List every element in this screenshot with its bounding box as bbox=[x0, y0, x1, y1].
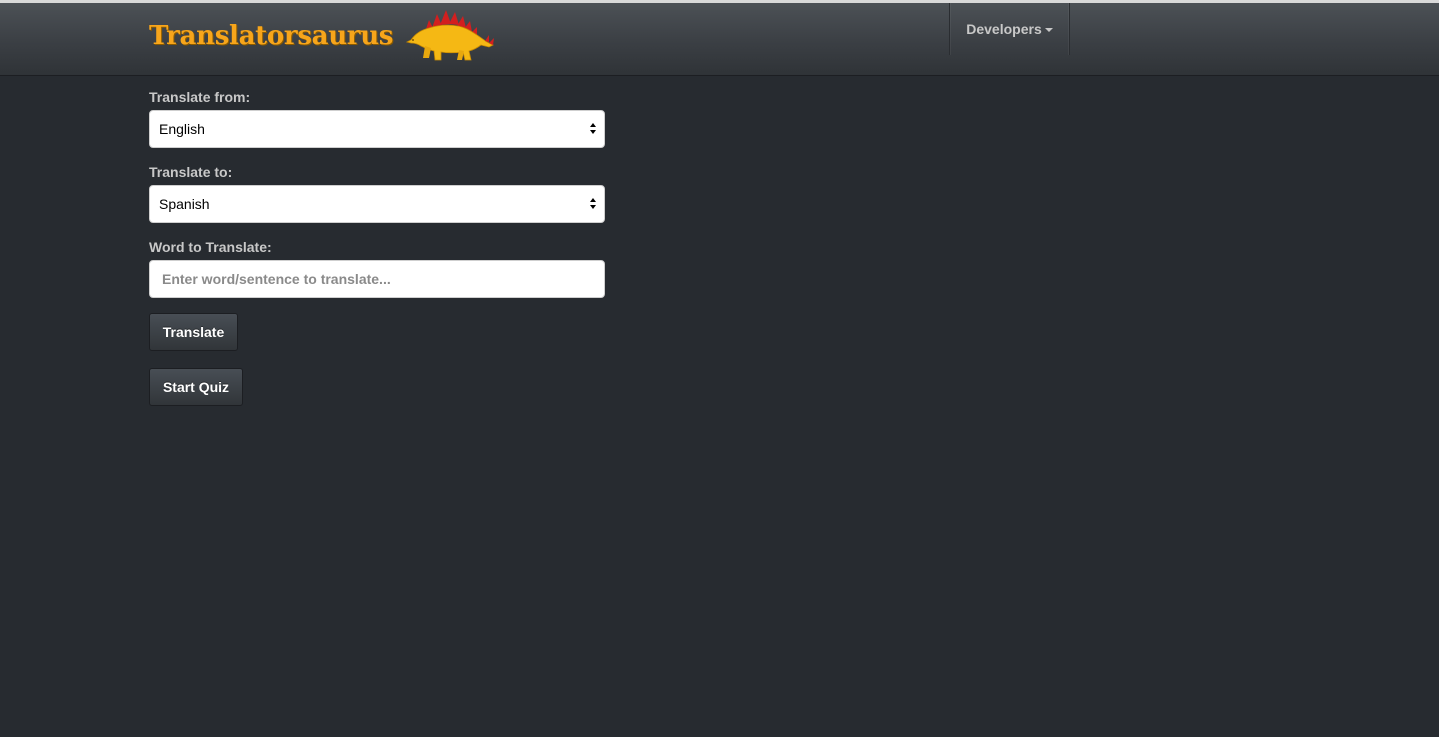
word-input[interactable] bbox=[149, 260, 605, 298]
caret-down-icon bbox=[1044, 28, 1053, 32]
navbar: Translatorsaurus Developers bbox=[0, 3, 1439, 76]
developers-dropdown[interactable]: Developers bbox=[949, 3, 1070, 55]
stegosaurus-icon bbox=[406, 10, 495, 61]
start-quiz-button[interactable]: Start Quiz bbox=[149, 368, 243, 406]
word-to-translate-label: Word to Translate: bbox=[149, 239, 272, 255]
navbar-right: Developers bbox=[949, 3, 1070, 56]
brand-name: Translatorsaurus bbox=[149, 21, 394, 51]
select-arrows-icon bbox=[590, 122, 597, 136]
to-group: Translate to: Spanish bbox=[149, 163, 605, 223]
translate-to-select[interactable]: Spanish bbox=[149, 185, 605, 223]
from-group: Translate from: English bbox=[149, 88, 605, 148]
translate-to-value: Spanish bbox=[159, 196, 210, 212]
developers-label: Developers bbox=[966, 21, 1042, 37]
translate-button[interactable]: Translate bbox=[149, 313, 238, 351]
brand-link[interactable]: Translatorsaurus bbox=[149, 10, 495, 61]
word-group: Word to Translate: bbox=[149, 238, 605, 298]
translate-from-value: English bbox=[159, 121, 205, 137]
translate-to-label: Translate to: bbox=[149, 164, 233, 180]
translate-form: Translate from: English Translate to: Sp… bbox=[149, 88, 605, 406]
select-arrows-icon bbox=[590, 197, 597, 211]
translate-from-label: Translate from: bbox=[149, 89, 251, 105]
translate-from-select[interactable]: English bbox=[149, 110, 605, 148]
